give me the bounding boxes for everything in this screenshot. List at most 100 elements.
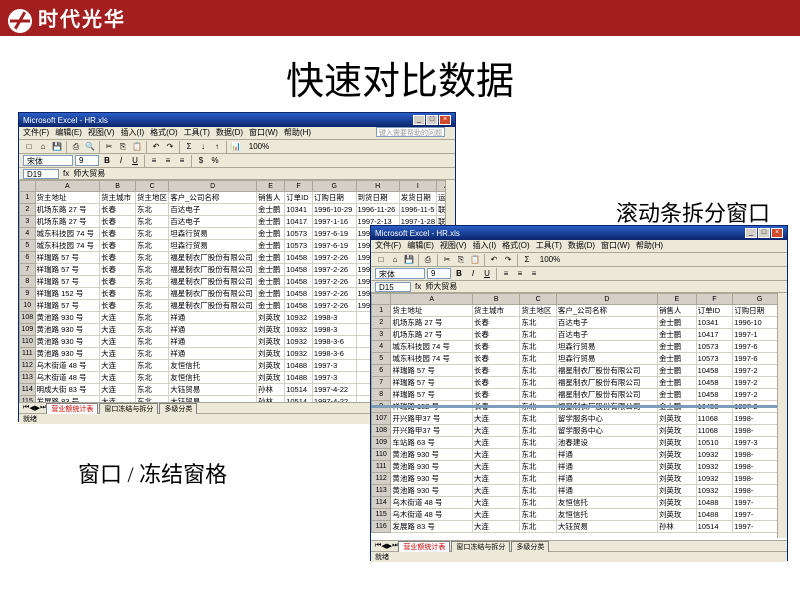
vertical-scrollbar[interactable] — [777, 293, 787, 538]
minimize-icon[interactable]: _ — [413, 115, 425, 125]
new-icon[interactable]: □ — [375, 254, 387, 266]
menubar[interactable]: 文件(F) 编辑(E) 视图(V) 插入(I) 格式(O) 工具(T) 数据(D… — [371, 240, 787, 253]
menu-view[interactable]: 视图(V) — [440, 240, 467, 252]
titlebar[interactable]: Microsoft Excel - HR.xls _ □ × — [19, 113, 455, 127]
table-row[interactable]: 116发展路 83 号大连东北大钰贸易孙林105141997- — [372, 521, 787, 533]
percent-icon[interactable]: % — [209, 155, 221, 167]
save-icon[interactable]: 💾 — [403, 254, 415, 266]
sum-icon[interactable]: Σ — [521, 254, 533, 266]
menubar[interactable]: 文件(F) 编辑(E) 视图(V) 插入(I) 格式(O) 工具(T) 数据(D… — [19, 127, 455, 140]
new-icon[interactable]: □ — [23, 141, 35, 153]
save-icon[interactable]: 💾 — [51, 141, 63, 153]
menu-insert[interactable]: 插入(I) — [473, 240, 497, 252]
paste-icon[interactable]: 📋 — [131, 141, 143, 153]
align-right-icon[interactable]: ≡ — [176, 155, 188, 167]
align-left-icon[interactable]: ≡ — [148, 155, 160, 167]
menu-insert[interactable]: 插入(I) — [121, 127, 145, 139]
table-row[interactable]: 6祥瑞路 57 号长春东北福星制衣厂股份有限公司金士鹏104581997-2 — [372, 365, 787, 377]
table-row[interactable]: 2机场东路 27 号长春东北百达电子金士鹏103411996-10-291996… — [20, 204, 455, 216]
sheet-tab[interactable]: 窗口冻结与拆分 — [99, 403, 158, 414]
sheet-tab[interactable]: 窗口冻结与拆分 — [451, 541, 510, 552]
format-toolbar[interactable]: 宋体 9 B I U ≡ ≡ ≡ — [371, 267, 787, 281]
menu-window[interactable]: 窗口(W) — [601, 240, 630, 252]
name-box[interactable]: D15 — [375, 282, 411, 292]
minimize-icon[interactable]: _ — [745, 228, 757, 238]
table-row[interactable]: 3机场东路 27 号长春东北百达电子金士鹏104171997-1 — [372, 329, 787, 341]
table-row[interactable]: 114乌木街道 48 号大连东北友恒信托刘英玫104881997- — [372, 497, 787, 509]
italic-icon[interactable]: I — [115, 155, 127, 167]
table-row[interactable]: 1货主地址货主城市货主地区客户_公司名称销售人订单ID订购日期到货日期发货日期运… — [20, 192, 455, 204]
menu-data[interactable]: 数据(D) — [216, 127, 243, 139]
table-row[interactable]: 112黄池路 930 号大连东北祥通刘英玫109321998- — [372, 473, 787, 485]
sort-asc-icon[interactable]: ↓ — [197, 141, 209, 153]
cut-icon[interactable]: ✂ — [441, 254, 453, 266]
sheet-tab-bar[interactable]: ⏮ ◀ ▶ ⏭ 营业额统计表 窗口冻结与拆分 多级分类 — [371, 540, 787, 551]
table-row[interactable]: 2机场东路 27 号长春东北百达电子金士鹏103411996-10 — [372, 317, 787, 329]
table-row[interactable]: 5城东科技园 74 号长春东北坦森行贸易金士鹏105731997-6 — [372, 353, 787, 365]
copy-icon[interactable]: ⎘ — [455, 254, 467, 266]
menu-view[interactable]: 视图(V) — [88, 127, 115, 139]
paste-icon[interactable]: 📋 — [469, 254, 481, 266]
align-right-icon[interactable]: ≡ — [528, 268, 540, 280]
chart-icon[interactable]: 📊 — [230, 141, 242, 153]
table-row[interactable]: 107开兴路甲37 号大连东北留学服务中心刘英玫110681998- — [372, 413, 787, 425]
open-icon[interactable]: ⌂ — [389, 254, 401, 266]
menu-format[interactable]: 格式(O) — [150, 127, 178, 139]
sheet-tab-active[interactable]: 营业额统计表 — [46, 403, 98, 414]
table-row[interactable]: 109车站路 63 号大连东北池春建设刘英玫105101997-3 — [372, 437, 787, 449]
table-row[interactable]: 8祥瑞路 57 号长春东北福星制衣厂股份有限公司金士鹏104581997-2 — [372, 389, 787, 401]
format-toolbar[interactable]: 宋体 9 B I U ≡ ≡ ≡ $ % — [19, 154, 455, 168]
print-icon[interactable]: ⎙ — [70, 141, 82, 153]
zoom-select[interactable]: 100% — [244, 141, 274, 153]
redo-icon[interactable]: ↷ — [502, 254, 514, 266]
standard-toolbar[interactable]: □ ⌂ 💾 ⎙ ✂ ⎘ 📋 ↶ ↷ Σ 100% — [371, 253, 787, 267]
bold-icon[interactable]: B — [453, 268, 465, 280]
table-row[interactable]: 115乌木街道 48 号大连东北友恒信托刘英玫104881997- — [372, 509, 787, 521]
table-row[interactable]: 110黄池路 930 号大连东北祥通刘英玫109321998- — [372, 449, 787, 461]
menu-file[interactable]: 文件(F) — [23, 127, 49, 139]
italic-icon[interactable]: I — [467, 268, 479, 280]
align-center-icon[interactable]: ≡ — [514, 268, 526, 280]
sheet-tab-active[interactable]: 营业额统计表 — [398, 541, 450, 552]
menu-edit[interactable]: 编辑(E) — [407, 240, 434, 252]
split-bar-horizontal[interactable] — [371, 405, 787, 408]
fx-icon[interactable]: fx — [415, 282, 421, 291]
sum-icon[interactable]: Σ — [183, 141, 195, 153]
print-icon[interactable]: ⎙ — [422, 254, 434, 266]
menu-file[interactable]: 文件(F) — [375, 240, 401, 252]
bold-icon[interactable]: B — [101, 155, 113, 167]
align-left-icon[interactable]: ≡ — [500, 268, 512, 280]
table-row[interactable]: 113黄池路 930 号大连东北祥通刘英玫109321998- — [372, 485, 787, 497]
copy-icon[interactable]: ⎘ — [117, 141, 129, 153]
formula-bar[interactable]: D15 fx 师大贸易 — [371, 281, 787, 293]
align-center-icon[interactable]: ≡ — [162, 155, 174, 167]
preview-icon[interactable]: 🔍 — [84, 141, 96, 153]
redo-icon[interactable]: ↷ — [164, 141, 176, 153]
undo-icon[interactable]: ↶ — [150, 141, 162, 153]
underline-icon[interactable]: U — [129, 155, 141, 167]
menu-tools[interactable]: 工具(T) — [184, 127, 210, 139]
table-row[interactable]: 111黄池路 930 号大连东北祥通刘英玫109321998- — [372, 461, 787, 473]
table-row[interactable]: 7祥瑞路 57 号长春东北福星制衣厂股份有限公司金士鹏104581997-2 — [372, 377, 787, 389]
underline-icon[interactable]: U — [481, 268, 493, 280]
menu-edit[interactable]: 编辑(E) — [55, 127, 82, 139]
menu-tools[interactable]: 工具(T) — [536, 240, 562, 252]
sheet-tab[interactable]: 多级分类 — [159, 403, 197, 414]
standard-toolbar[interactable]: □ ⌂ 💾 ⎙ 🔍 ✂ ⎘ 📋 ↶ ↷ Σ ↓ ↑ 📊 100% — [19, 140, 455, 154]
maximize-icon[interactable]: □ — [758, 228, 770, 238]
menu-window[interactable]: 窗口(W) — [249, 127, 278, 139]
font-size-select[interactable]: 9 — [75, 155, 99, 166]
undo-icon[interactable]: ↶ — [488, 254, 500, 266]
close-icon[interactable]: × — [439, 115, 451, 125]
maximize-icon[interactable]: □ — [426, 115, 438, 125]
table-row[interactable]: 4城东科技园 74 号长春东北坦森行贸易金士鹏105731997-6 — [372, 341, 787, 353]
menu-data[interactable]: 数据(D) — [568, 240, 595, 252]
formula-bar[interactable]: D19 fx 师大贸易 — [19, 168, 455, 180]
open-icon[interactable]: ⌂ — [37, 141, 49, 153]
font-name-select[interactable]: 宋体 — [375, 268, 425, 279]
table-row[interactable]: 108开兴路甲37 号大连东北留学服务中心刘英玫110681998- — [372, 425, 787, 437]
zoom-select[interactable]: 100% — [535, 254, 565, 266]
menu-help[interactable]: 帮助(H) — [284, 127, 311, 139]
sheet-tab[interactable]: 多级分类 — [511, 541, 549, 552]
table-row[interactable]: 1货主地址货主城市货主地区客户_公司名称销售人订单ID订购日期 — [372, 305, 787, 317]
